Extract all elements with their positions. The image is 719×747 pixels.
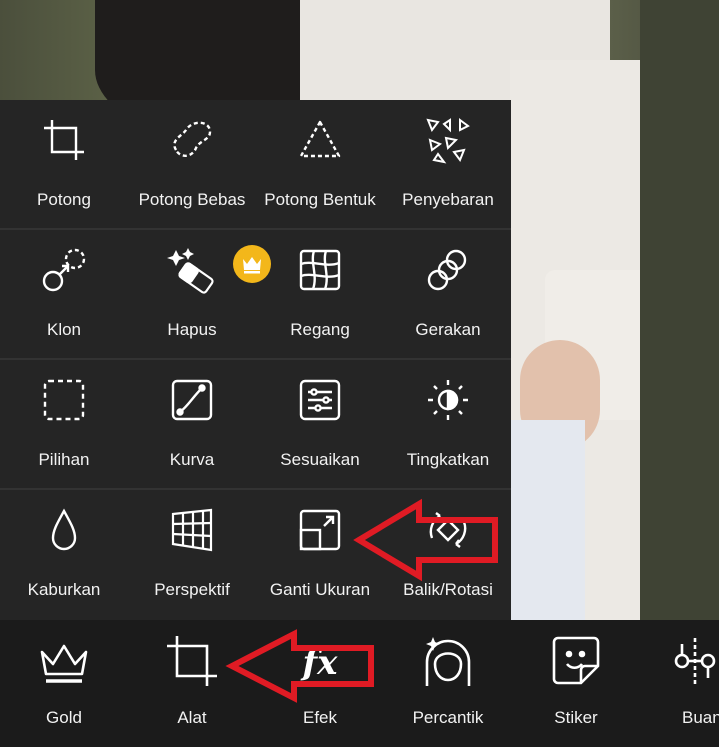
freeform-cut-icon — [170, 118, 214, 162]
motion-icon — [426, 248, 470, 292]
tool-potong-bebas[interactable]: Potong Bebas — [128, 100, 256, 228]
crown-icon — [37, 634, 91, 688]
eraser-icon — [167, 248, 214, 294]
tool-penyebaran[interactable]: Penyebaran — [384, 100, 512, 228]
tool-label: Balik/Rotasi — [403, 580, 493, 599]
tool-label: Ganti Ukuran — [269, 580, 371, 599]
perspective-icon — [170, 508, 214, 552]
blur-icon — [42, 508, 86, 552]
tool-label: Kurva — [169, 450, 215, 469]
tab-label: Stiker — [554, 708, 598, 727]
sticker-icon — [549, 634, 603, 688]
crop-icon — [165, 634, 219, 688]
tool-label: Potong Bentuk — [264, 190, 376, 209]
tool-label: Pilihan — [38, 450, 90, 469]
selection-icon — [42, 378, 86, 422]
cutout-icon — [668, 634, 719, 688]
annotation-arrow — [353, 498, 498, 582]
tool-klon[interactable]: Klon — [0, 230, 128, 358]
tool-label: Gerakan — [415, 320, 481, 339]
shape-cut-icon — [298, 118, 342, 162]
enhance-icon — [426, 378, 470, 422]
tools-row: Potong Potong Bebas Potong Bentuk Penyeb… — [0, 100, 511, 230]
tab-percantik[interactable]: Percantik — [384, 620, 512, 747]
tool-gerakan[interactable]: Gerakan — [384, 230, 512, 358]
tools-row: Klon Hapus Regang Gerakan — [0, 230, 511, 360]
tool-kurva[interactable]: Kurva — [128, 360, 256, 488]
crop-icon — [42, 118, 86, 162]
annotation-arrow — [225, 629, 374, 703]
tab-label: Gold — [46, 708, 82, 727]
tool-potong-bentuk[interactable]: Potong Bentuk — [256, 100, 384, 228]
tool-label: Klon — [46, 320, 82, 339]
resize-icon — [298, 508, 342, 552]
tool-regang[interactable]: Regang — [256, 230, 384, 358]
tool-label: Hapus — [167, 320, 217, 339]
tool-pilihan[interactable]: Pilihan — [0, 360, 128, 488]
adjust-icon — [298, 378, 342, 422]
tool-label: Tingkatkan — [406, 450, 490, 469]
tool-perspektif[interactable]: Perspektif — [128, 490, 256, 618]
tab-stiker[interactable]: Stiker — [512, 620, 640, 747]
tool-label: Regang — [290, 320, 350, 339]
tools-row: Pilihan Kurva Sesuaikan Tingkatkan — [0, 360, 511, 490]
dispersion-icon — [426, 118, 470, 164]
tool-label: Perspektif — [154, 580, 230, 599]
curves-icon — [170, 378, 214, 422]
tool-hapus[interactable]: Hapus — [128, 230, 271, 358]
clone-icon — [42, 248, 86, 292]
tool-kaburkan[interactable]: Kaburkan — [0, 490, 128, 618]
tab-label: Efek — [302, 708, 338, 727]
tool-label: Potong Bebas — [138, 190, 246, 209]
tool-label: Sesuaikan — [280, 450, 360, 469]
tab-gold[interactable]: Gold — [0, 620, 128, 747]
tab-label: Buan — [682, 708, 719, 727]
tool-label: Potong — [37, 190, 91, 209]
tool-label: Kaburkan — [27, 580, 101, 599]
tool-potong[interactable]: Potong — [0, 100, 128, 228]
beautify-icon — [421, 634, 475, 688]
tool-label: Penyebaran — [402, 190, 494, 209]
tab-buan[interactable]: Buan — [640, 620, 719, 747]
tool-sesuaikan[interactable]: Sesuaikan — [256, 360, 384, 488]
stretch-icon — [298, 248, 342, 292]
tab-label: Alat — [177, 708, 207, 727]
tab-label: Percantik — [412, 708, 484, 727]
tool-tingkatkan[interactable]: Tingkatkan — [384, 360, 512, 488]
